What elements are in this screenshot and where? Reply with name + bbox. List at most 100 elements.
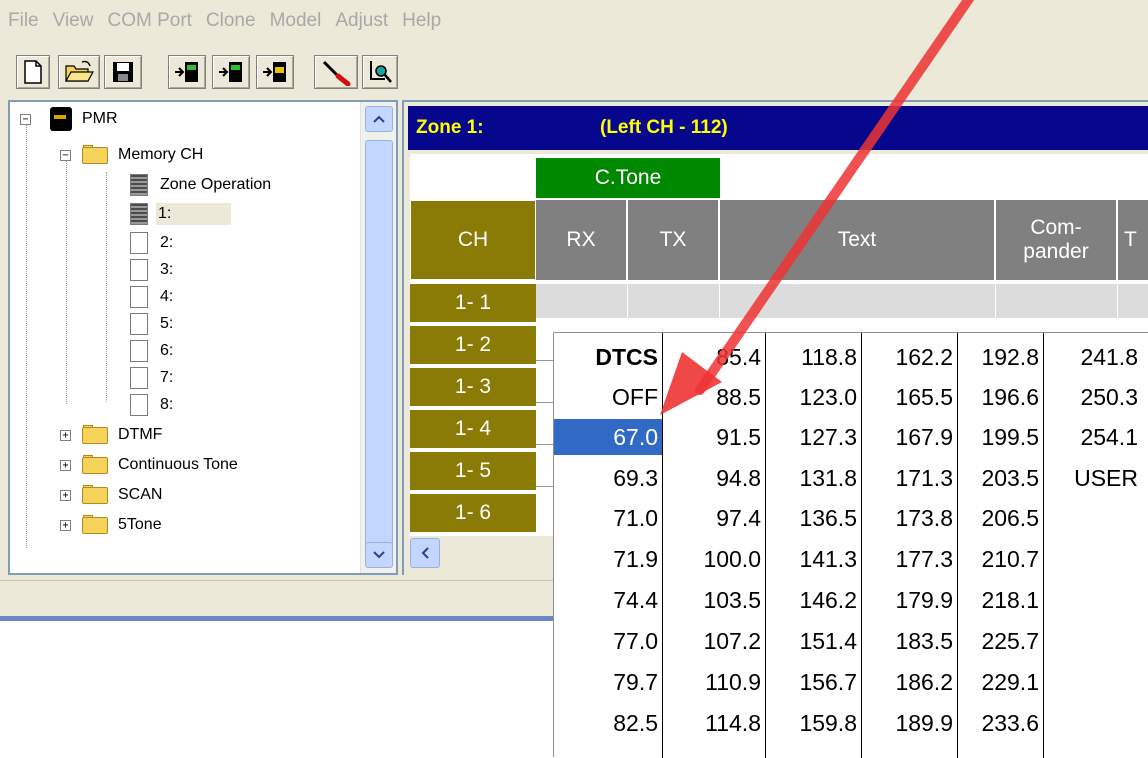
dropdown-item[interactable]: 141.3 <box>766 541 861 577</box>
dropdown-item[interactable]: 103.5 <box>663 582 765 618</box>
dropdown-item[interactable]: 136.5 <box>766 500 861 536</box>
cell-cut[interactable] <box>1118 284 1148 318</box>
row-header[interactable]: 1- 5 <box>410 452 536 492</box>
column-header-tx[interactable]: TX <box>628 200 720 280</box>
dropdown-item[interactable]: 118.8 <box>766 339 861 375</box>
read-from-radio-button[interactable] <box>168 55 206 89</box>
dropdown-item[interactable]: 71.0 <box>554 500 662 536</box>
expand-icon[interactable]: + <box>60 520 71 531</box>
dropdown-item[interactable]: 250.3 <box>1044 379 1142 415</box>
dropdown-item[interactable]: 173.8 <box>862 500 957 536</box>
open-button[interactable] <box>58 55 100 89</box>
tree-scrollbar[interactable] <box>360 102 396 573</box>
save-button[interactable] <box>104 55 142 89</box>
menu-file[interactable]: File <box>8 8 39 34</box>
tree-item-channel-5[interactable]: 5: <box>10 311 173 337</box>
column-header-text[interactable]: Text <box>720 200 996 280</box>
tree-item-zone-operation[interactable]: Zone Operation <box>10 172 271 198</box>
scroll-left-button[interactable] <box>410 538 440 568</box>
dropdown-item[interactable]: 162.2 <box>862 339 957 375</box>
dropdown-item[interactable]: 206.5 <box>958 500 1043 536</box>
dropdown-item[interactable]: 218.1 <box>958 582 1043 618</box>
dropdown-item[interactable]: 186.2 <box>862 664 957 700</box>
expand-icon[interactable]: + <box>60 460 71 471</box>
dropdown-item[interactable]: 241.8 <box>1044 339 1142 375</box>
tree-item-channel-6[interactable]: 6: <box>10 338 173 364</box>
collapse-icon[interactable]: − <box>60 150 71 161</box>
scroll-thumb[interactable] <box>365 140 393 552</box>
dropdown-item[interactable]: 199.5 <box>958 419 1043 455</box>
scroll-up-button[interactable] <box>365 106 393 132</box>
dropdown-item[interactable]: 114.8 <box>663 705 765 741</box>
row-header[interactable]: 1- 1 <box>410 284 536 324</box>
new-file-button[interactable] <box>16 55 50 89</box>
expand-icon[interactable]: + <box>60 490 71 501</box>
menu-view[interactable]: View <box>53 8 94 34</box>
menu-model[interactable]: Model <box>270 8 322 34</box>
tree-item-channel-8[interactable]: 8: <box>10 392 173 418</box>
tools-button[interactable] <box>314 55 358 89</box>
dropdown-item[interactable]: 131.8 <box>766 460 861 496</box>
dropdown-item-selected[interactable]: 67.0 <box>554 419 662 455</box>
dropdown-item[interactable]: 85.4 <box>663 339 765 375</box>
dropdown-item[interactable]: 210.7 <box>958 541 1043 577</box>
dropdown-item[interactable]: OFF <box>554 379 662 415</box>
tree-item-pmr[interactable]: − PMR <box>10 106 118 132</box>
dropdown-item[interactable]: 192.8 <box>958 339 1043 375</box>
tree-item-dtmf[interactable]: + DTMF <box>10 422 162 448</box>
collapse-icon[interactable]: − <box>20 114 31 125</box>
dropdown-item[interactable]: 151.4 <box>766 623 861 659</box>
dropdown-item[interactable]: 177.3 <box>862 541 957 577</box>
dropdown-item[interactable]: 167.9 <box>862 419 957 455</box>
scroll-down-button[interactable] <box>365 542 393 568</box>
dropdown-item[interactable]: 107.2 <box>663 623 765 659</box>
row-header[interactable]: 1- 6 <box>410 494 536 534</box>
tree-item-memory-ch[interactable]: − Memory CH <box>10 142 203 168</box>
dropdown-item[interactable]: 225.7 <box>958 623 1043 659</box>
dropdown-item[interactable]: 229.1 <box>958 664 1043 700</box>
tone-dropdown-list[interactable]: DTCS OFF 67.0 69.3 71.0 71.9 74.4 77.0 7… <box>553 332 1148 758</box>
tree-item-channel-7[interactable]: 7: <box>10 365 173 391</box>
tree-item-5tone[interactable]: + 5Tone <box>10 512 162 538</box>
dropdown-item[interactable]: USER <box>1044 460 1142 496</box>
dropdown-item[interactable]: 165.5 <box>862 379 957 415</box>
tree-item-scan[interactable]: + SCAN <box>10 482 162 508</box>
dropdown-item[interactable]: 97.4 <box>663 500 765 536</box>
cell-compander[interactable] <box>996 284 1118 318</box>
dropdown-item[interactable]: 254.1 <box>1044 419 1142 455</box>
dropdown-item[interactable]: 233.6 <box>958 705 1043 741</box>
dropdown-item[interactable]: 189.9 <box>862 705 957 741</box>
row-header[interactable]: 1- 2 <box>410 326 536 366</box>
dropdown-item[interactable]: DTCS <box>554 339 662 375</box>
dropdown-item[interactable]: 79.7 <box>554 664 662 700</box>
dropdown-item[interactable]: 203.5 <box>958 460 1043 496</box>
row-header[interactable]: 1- 4 <box>410 410 536 450</box>
dropdown-item[interactable]: 74.4 <box>554 582 662 618</box>
dropdown-item[interactable]: 91.5 <box>663 419 765 455</box>
cell-text[interactable] <box>720 284 996 318</box>
write-to-radio-button[interactable] <box>212 55 250 89</box>
dropdown-item[interactable]: 69.3 <box>554 460 662 496</box>
dropdown-item[interactable]: 88.5 <box>663 379 765 415</box>
column-header-compander[interactable]: Com- pander <box>996 200 1118 280</box>
dropdown-item[interactable]: 156.7 <box>766 664 861 700</box>
dropdown-item[interactable]: 159.8 <box>766 705 861 741</box>
dropdown-item[interactable]: 71.9 <box>554 541 662 577</box>
tree-item-channel-2[interactable]: 2: <box>10 230 173 256</box>
dropdown-item[interactable]: 94.8 <box>663 460 765 496</box>
column-header-rx[interactable]: RX <box>536 200 628 280</box>
dropdown-item[interactable]: 110.9 <box>663 664 765 700</box>
dropdown-item[interactable]: 179.9 <box>862 582 957 618</box>
dropdown-item[interactable]: 123.0 <box>766 379 861 415</box>
tree-item-channel-3[interactable]: 3: <box>10 257 173 283</box>
tree-item-channel-4[interactable]: 4: <box>10 284 173 310</box>
menu-help[interactable]: Help <box>402 8 441 34</box>
dropdown-item[interactable]: 82.5 <box>554 705 662 741</box>
dropdown-item[interactable]: 196.6 <box>958 379 1043 415</box>
column-header-ch[interactable]: CH <box>410 200 536 280</box>
dropdown-item[interactable]: 171.3 <box>862 460 957 496</box>
dropdown-item[interactable]: 127.3 <box>766 419 861 455</box>
menu-clone[interactable]: Clone <box>206 8 256 34</box>
print-preview-button[interactable] <box>362 55 398 89</box>
cell-tx[interactable] <box>628 284 720 318</box>
